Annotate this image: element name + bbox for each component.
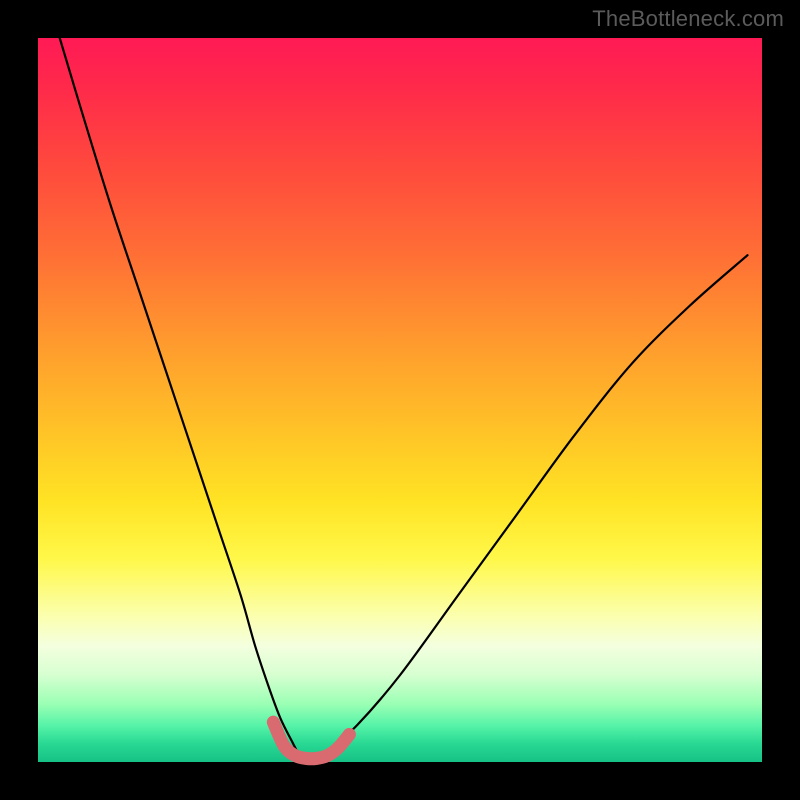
watermark-text: TheBottleneck.com xyxy=(592,6,784,32)
chart-svg xyxy=(38,38,762,762)
chart-frame: TheBottleneck.com xyxy=(0,0,800,800)
optimal-range-end-dot xyxy=(343,728,356,741)
plot-area xyxy=(38,38,762,762)
bottleneck-curve xyxy=(60,38,748,758)
